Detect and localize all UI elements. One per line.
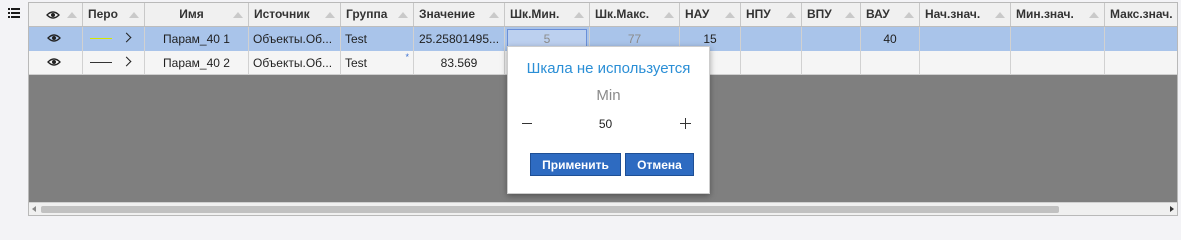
value-cell: 25.25801495... bbox=[414, 27, 505, 51]
eye-icon[interactable] bbox=[47, 33, 61, 43]
sort-icon bbox=[1089, 12, 1099, 18]
npu-cell bbox=[741, 27, 802, 51]
source-cell: Объекты.Об... bbox=[249, 51, 341, 75]
sort-icon bbox=[67, 12, 77, 18]
vpu-cell bbox=[802, 51, 861, 75]
group-cell: Test * bbox=[341, 51, 414, 75]
increment-icon[interactable] bbox=[680, 118, 691, 129]
cancel-button[interactable]: Отмена bbox=[625, 153, 694, 176]
list-icon[interactable] bbox=[8, 8, 20, 18]
pen-line bbox=[90, 62, 112, 63]
column-nau[interactable]: НАУ bbox=[680, 3, 741, 26]
pen-cell[interactable] bbox=[83, 51, 145, 75]
sort-icon bbox=[664, 12, 674, 18]
asterisk-icon: * bbox=[405, 52, 409, 62]
horizontal-scrollbar[interactable] bbox=[29, 202, 1177, 215]
sort-icon bbox=[725, 12, 735, 18]
sort-icon bbox=[574, 12, 584, 18]
column-value[interactable]: Значение bbox=[414, 3, 505, 26]
scale-min-popup: Шкала не используется Min 50 Применить О… bbox=[507, 46, 710, 194]
pen-line bbox=[90, 38, 112, 39]
vpu-cell bbox=[802, 27, 861, 51]
scroll-left-icon[interactable] bbox=[32, 206, 36, 212]
column-vpu[interactable]: ВПУ bbox=[802, 3, 861, 26]
column-group[interactable]: Группа bbox=[341, 3, 414, 26]
popup-title: Шкала не используется bbox=[526, 60, 691, 77]
chevron-right-icon[interactable] bbox=[121, 56, 132, 67]
column-init-value[interactable]: Нач.знач. bbox=[920, 3, 1011, 26]
max-value-cell bbox=[1105, 51, 1177, 75]
value-cell: 83.569 bbox=[414, 51, 505, 75]
popup-field-label: Min bbox=[596, 87, 621, 104]
column-pen[interactable]: Перо bbox=[83, 3, 145, 26]
column-scale-min[interactable]: Шк.Мин. bbox=[505, 3, 590, 26]
decrement-icon[interactable] bbox=[522, 123, 532, 124]
grid-header: Перо Имя Источник Группа Значение Шк.Мин… bbox=[29, 3, 1177, 27]
sort-icon bbox=[904, 12, 914, 18]
scroll-right-icon[interactable] bbox=[1170, 206, 1174, 212]
sort-icon bbox=[786, 12, 796, 18]
npu-cell bbox=[741, 51, 802, 75]
vau-cell: 40 bbox=[861, 27, 920, 51]
sort-icon bbox=[325, 12, 335, 18]
pen-cell[interactable] bbox=[83, 27, 145, 51]
sort-icon bbox=[398, 12, 408, 18]
column-min-value[interactable]: Мин.знач. bbox=[1011, 3, 1105, 26]
min-value-cell bbox=[1011, 51, 1105, 75]
max-value-cell bbox=[1105, 27, 1177, 51]
source-cell: Объекты.Об... bbox=[249, 27, 341, 51]
sort-icon bbox=[233, 12, 243, 18]
sort-icon bbox=[489, 12, 499, 18]
apply-button[interactable]: Применить bbox=[530, 153, 621, 176]
left-toolbar bbox=[0, 0, 27, 218]
name-cell: Парам_40 1 bbox=[145, 27, 249, 51]
column-source[interactable]: Источник bbox=[249, 3, 341, 26]
min-value-cell bbox=[1011, 27, 1105, 51]
chevron-right-icon[interactable] bbox=[121, 32, 132, 43]
column-visibility[interactable] bbox=[29, 3, 83, 26]
eye-icon[interactable] bbox=[47, 57, 61, 67]
column-max-value[interactable]: Макс.знач. bbox=[1105, 3, 1177, 26]
sort-icon bbox=[995, 12, 1005, 18]
column-vau[interactable]: ВАУ bbox=[861, 3, 920, 26]
column-name[interactable]: Имя bbox=[145, 3, 249, 26]
group-cell: Test bbox=[341, 27, 414, 51]
sort-icon bbox=[845, 12, 855, 18]
name-cell: Парам_40 2 bbox=[145, 51, 249, 75]
vau-cell bbox=[861, 51, 920, 75]
init-value-cell bbox=[920, 51, 1011, 75]
column-scale-max[interactable]: Шк.Макс. bbox=[590, 3, 680, 26]
visibility-cell[interactable] bbox=[29, 51, 83, 75]
sort-icon bbox=[129, 12, 139, 18]
init-value-cell bbox=[920, 27, 1011, 51]
min-value-input[interactable]: 50 bbox=[548, 117, 663, 131]
eye-icon bbox=[46, 11, 60, 19]
visibility-cell[interactable] bbox=[29, 27, 83, 51]
column-npu[interactable]: НПУ bbox=[741, 3, 802, 26]
scrollbar-thumb[interactable] bbox=[41, 206, 1059, 213]
